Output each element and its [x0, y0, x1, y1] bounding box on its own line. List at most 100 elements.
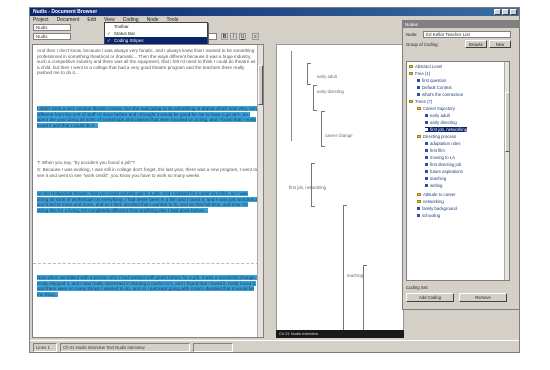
minimize-button[interactable]	[494, 9, 501, 15]
paragraph-1-highlight: I didn't seek a very serious theatre cou…	[37, 106, 259, 128]
folder-icon	[417, 193, 421, 197]
status-line: Lines 1	[33, 343, 57, 352]
menu-document[interactable]: Document	[57, 16, 80, 24]
window-title: Nudis - Document Browser	[33, 9, 98, 15]
coding-set-label: Coding Set:	[406, 285, 429, 290]
toolbar: Nudis Nudis Base B I U ≡	[30, 24, 390, 42]
document-pane[interactable]: And then I don't know, because I was alw…	[32, 44, 264, 338]
tree-node[interactable]: family background	[417, 206, 457, 211]
node-icon	[425, 149, 428, 153]
paragraph-1: And then I don't know, because I was alw…	[37, 48, 256, 76]
italic-button[interactable]: I	[230, 33, 237, 40]
tree-node[interactable]: Trees (7)	[409, 99, 432, 104]
view-menu-toolbar[interactable]: Toolbar	[105, 23, 207, 30]
browse-button[interactable]: Browse	[465, 40, 487, 48]
node-icon	[425, 128, 428, 132]
bold-button[interactable]: B	[221, 33, 228, 40]
tree-node[interactable]: first film	[425, 148, 445, 153]
stripe-bracket	[363, 265, 367, 337]
folder-icon	[417, 135, 421, 139]
folder-icon	[409, 72, 413, 76]
highlighted-text[interactable]: Now when we talked with a person who I h…	[37, 275, 259, 297]
tree-scrollbar[interactable]	[504, 62, 509, 280]
scrollbar-thumb[interactable]	[505, 92, 509, 152]
tree-node[interactable]: Default Context	[417, 85, 452, 90]
new-button[interactable]: New	[489, 40, 511, 48]
title-bar: Nudis - Document Browser	[30, 8, 519, 16]
align-icon[interactable]: ≡	[252, 33, 259, 40]
node-icon	[425, 114, 428, 118]
margin-label[interactable]: teaching	[347, 273, 363, 278]
status-extra	[193, 343, 233, 352]
margin-label[interactable]: first job, networking	[289, 185, 326, 190]
node-icon	[425, 177, 428, 181]
stripe-bracket	[343, 205, 347, 337]
node-icon	[417, 214, 420, 218]
node-icon	[417, 79, 420, 83]
view-menu-status-bar[interactable]: ✓ Status Bar	[105, 30, 207, 37]
node-icon	[417, 93, 420, 97]
document-scrollbar[interactable]	[257, 45, 263, 337]
tree-node[interactable]: early adult	[425, 113, 450, 118]
maximize-button[interactable]	[502, 9, 509, 15]
nodes-panel-title: Nodes	[403, 21, 519, 28]
main-window: Nudis - Document Browser Project Documen…	[29, 7, 520, 353]
menu-project[interactable]: Project	[33, 16, 49, 24]
check-icon: ✓	[107, 38, 111, 43]
tree-node[interactable]: schooling	[417, 213, 440, 218]
folder-icon	[417, 107, 421, 111]
tree-node[interactable]: first directing job	[425, 162, 461, 167]
node-icon	[425, 142, 428, 146]
node-icon	[425, 156, 428, 160]
document-combo-2[interactable]: Nudis	[33, 33, 71, 40]
folder-icon	[409, 65, 413, 69]
tree-node[interactable]: Attitude to career	[417, 192, 456, 197]
tree-node[interactable]: moving to LA	[425, 155, 455, 160]
folder-icon	[409, 100, 413, 104]
stripe-bracket	[307, 63, 311, 85]
stripe-line	[291, 51, 292, 141]
margin-label[interactable]: early adult	[317, 74, 337, 79]
tree-node[interactable]: Directing process	[417, 134, 456, 139]
node-tree[interactable]: Abstract Level Free (1) first question D…	[406, 61, 510, 281]
margin-footer: Ch 01 Nudis Interview	[276, 330, 404, 338]
tree-node[interactable]: Abstract Level	[409, 64, 442, 69]
page-divider	[33, 263, 259, 264]
tree-node[interactable]: future aspirations	[425, 169, 463, 174]
tree-node-selected[interactable]: first job, networking	[425, 127, 468, 132]
nodes-panel: Nodes Node: Ed Kellar Teacher List Group…	[402, 20, 519, 310]
view-menu-coding-stripes[interactable]: ✓ Coding Stripes	[105, 37, 207, 44]
tree-node[interactable]: early directing	[425, 120, 457, 125]
node-icon	[425, 184, 428, 188]
node-icon	[425, 163, 428, 167]
menu-edit[interactable]: Edit	[87, 16, 96, 24]
document-combo[interactable]: Nudis	[33, 24, 71, 31]
node-field[interactable]: Ed Kellar Teacher List	[423, 31, 511, 38]
margin-label[interactable]: early directing	[317, 89, 344, 94]
group-label: Group of Coding:	[406, 42, 439, 47]
add-coding-button[interactable]: Add Coding	[406, 293, 454, 302]
tree-node[interactable]: adaptation rules	[425, 141, 461, 146]
coding-stripes-margin: early adult early directing career chang…	[276, 44, 404, 338]
close-button[interactable]	[510, 9, 517, 15]
highlighted-text[interactable]: on the Hollywood theatre, that you could…	[37, 191, 259, 213]
margin-label[interactable]: career change	[325, 133, 352, 138]
scrollbar-thumb[interactable]	[258, 65, 263, 105]
stripe-bracket	[321, 111, 325, 147]
tree-node[interactable]: Free (1)	[409, 71, 430, 76]
tree-node[interactable]: networking	[417, 199, 444, 204]
remove-coding-button[interactable]: Remove	[459, 293, 507, 302]
node-icon	[417, 86, 420, 90]
tree-node[interactable]: what's the connection	[417, 92, 463, 97]
underline-button[interactable]: U	[239, 33, 246, 40]
highlighted-text[interactable]: I didn't seek a very serious theatre cou…	[37, 106, 258, 128]
status-bar: Lines 1 Ch 01 Nudis Interview Text Nudis…	[30, 340, 519, 352]
paragraph-2-intro: T: When you say, "by accident you found …	[37, 160, 135, 165]
paragraph-3-highlight: Now when we talked with a person who I h…	[37, 275, 259, 297]
tree-node[interactable]: Career trajectory	[417, 106, 455, 111]
tree-node[interactable]: first question	[417, 78, 446, 83]
tree-node[interactable]: teaching	[425, 176, 446, 181]
node-icon	[425, 170, 428, 174]
tree-node[interactable]: writing	[425, 183, 442, 188]
window-controls	[494, 9, 517, 15]
